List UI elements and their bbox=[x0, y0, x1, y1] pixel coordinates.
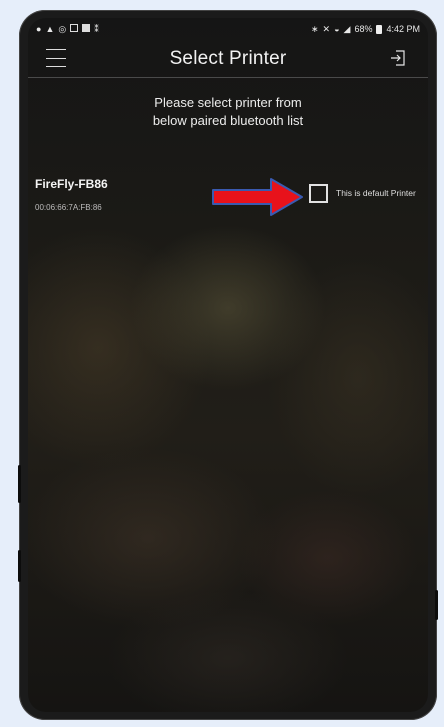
printer-name: FireFly-FB86 bbox=[35, 177, 108, 191]
instructions-line-1: Please select printer from bbox=[154, 95, 302, 110]
image-icon bbox=[82, 24, 91, 34]
app-header: Select Printer bbox=[28, 40, 428, 78]
instructions-line-2: below paired bluetooth list bbox=[152, 113, 304, 128]
page-title: Select Printer bbox=[169, 47, 287, 69]
logout-icon[interactable] bbox=[390, 50, 406, 71]
printer-mac-address: 00:06:66:7A:FB:86 bbox=[35, 203, 102, 212]
printer-list-item[interactable]: FireFly-FB86 00:06:66:7A:FB:86 This is d… bbox=[28, 168, 428, 228]
phone-side-button bbox=[435, 590, 438, 620]
status-bar: ● ▲ ◎ ⁑ ∗ ✕ ◒ ◢ 68% 4:42 PM bbox=[28, 18, 428, 40]
notification-icon: ● bbox=[36, 23, 42, 34]
instructions-text: Please select printer from below paired … bbox=[28, 94, 428, 130]
signal-icon: ◢ bbox=[343, 23, 351, 34]
sync-icon: ◎ bbox=[58, 23, 67, 34]
hamburger-menu-icon[interactable] bbox=[46, 49, 66, 67]
phone-side-button bbox=[18, 465, 21, 503]
phone-frame: ● ▲ ◎ ⁑ ∗ ✕ ◒ ◢ 68% 4:42 PM Select Print bbox=[18, 10, 438, 720]
phone-side-button bbox=[18, 550, 21, 582]
alert-icon: ▲ bbox=[45, 23, 55, 34]
mute-icon: ✕ bbox=[322, 23, 331, 34]
status-time: 4:42 PM bbox=[386, 24, 420, 34]
default-printer-label: This is default Printer bbox=[336, 188, 416, 198]
battery-icon bbox=[376, 24, 383, 34]
clipboard-icon bbox=[70, 24, 79, 34]
bluetooth-icon: ∗ bbox=[311, 23, 319, 34]
wifi-icon: ◒ bbox=[334, 23, 340, 34]
annotation-arrow-icon bbox=[212, 178, 303, 216]
status-bar-right: ∗ ✕ ◒ ◢ 68% 4:42 PM bbox=[311, 24, 420, 34]
default-printer-checkbox[interactable] bbox=[309, 184, 328, 203]
battery-percent: 68% bbox=[354, 24, 373, 34]
usb-icon: ⁑ bbox=[94, 23, 99, 34]
app-screen: ● ▲ ◎ ⁑ ∗ ✕ ◒ ◢ 68% 4:42 PM Select Print bbox=[28, 18, 428, 712]
status-bar-left: ● ▲ ◎ ⁑ bbox=[36, 24, 99, 34]
